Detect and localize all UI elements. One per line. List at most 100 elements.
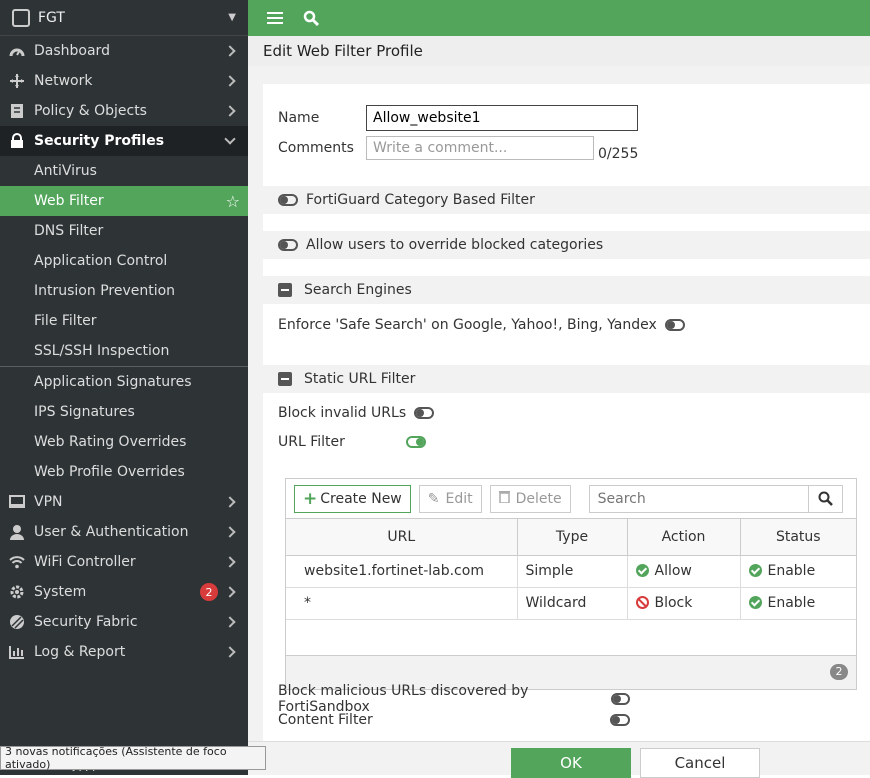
static-url-header[interactable]: Static URL Filter: [263, 365, 870, 393]
status-label: Enable: [768, 563, 816, 579]
table-search-input[interactable]: [590, 486, 808, 512]
lock-icon: [8, 133, 26, 149]
sub-dns-filter[interactable]: DNS Filter: [0, 216, 248, 246]
sub-label: Application Control: [34, 253, 167, 269]
sub-label: IPS Signatures: [34, 404, 135, 420]
user-icon: [8, 524, 26, 540]
report-icon: [8, 644, 26, 660]
row-count-badge: 2: [830, 664, 848, 680]
chevron-right-icon: [224, 556, 235, 567]
collapse-icon[interactable]: [278, 283, 292, 297]
override-toggle[interactable]: [278, 239, 298, 251]
content-filter-toggle[interactable]: [610, 714, 630, 726]
status-cell: Enable: [740, 555, 856, 587]
nav-dashboard[interactable]: Dashboard: [0, 36, 248, 66]
create-new-button[interactable]: +Create New: [294, 485, 411, 513]
block-invalid-toggle[interactable]: [414, 407, 434, 419]
trash-icon: [499, 490, 510, 507]
safe-search-row: Enforce 'Safe Search' on Google, Yahoo!,…: [278, 317, 685, 333]
nav-label: User & Authentication: [34, 524, 189, 540]
comments-counter: 0/255: [598, 146, 638, 162]
sub-file-filter[interactable]: File Filter: [0, 306, 248, 336]
safe-search-toggle[interactable]: [665, 319, 685, 331]
sub-label: Web Rating Overrides: [34, 434, 186, 450]
type-cell: Simple: [517, 555, 627, 587]
name-input[interactable]: [366, 105, 638, 131]
comments-placeholder: Write a comment...: [373, 140, 507, 156]
sub-application-signatures[interactable]: Application Signatures: [0, 367, 248, 397]
ok-button[interactable]: OK: [511, 748, 631, 778]
table-header-row: URL Type Action Status: [286, 519, 856, 555]
search-engines-label: Search Engines: [304, 282, 412, 298]
content-filter-row: Content Filter: [278, 712, 630, 728]
device-selector[interactable]: FGT ▼: [0, 0, 248, 36]
nav-security-fabric[interactable]: Security Fabric: [0, 607, 248, 637]
nav-label: Network: [34, 73, 92, 89]
url-filter-table: +Create New ✎Edit Delete URL Type Action…: [285, 478, 857, 690]
col-type-header[interactable]: Type: [517, 519, 627, 555]
sub-label: AntiVirus: [34, 163, 97, 179]
collapse-icon[interactable]: [278, 372, 292, 386]
create-new-label: Create New: [320, 491, 402, 507]
edit-button[interactable]: ✎Edit: [419, 485, 482, 513]
sub-label: Application Signatures: [34, 374, 192, 390]
dialog-footer: OK Cancel: [248, 741, 870, 775]
sub-ssl-ssh-inspection[interactable]: SSL/SSH Inspection: [0, 336, 248, 366]
block-malicious-toggle[interactable]: [611, 693, 630, 705]
table-row[interactable]: * Wildcard Block Enable: [286, 587, 856, 619]
plus-icon: +: [303, 489, 317, 509]
nav-log-report[interactable]: Log & Report: [0, 637, 248, 667]
search-icon[interactable]: [808, 486, 842, 512]
sub-application-control[interactable]: Application Control: [0, 246, 248, 276]
nav-label: Log & Report: [34, 644, 125, 660]
sub-web-filter[interactable]: Web Filter ☆: [0, 186, 248, 216]
sub-antivirus[interactable]: AntiVirus: [0, 156, 248, 186]
sub-label: File Filter: [34, 313, 97, 329]
top-bar: [248, 0, 870, 36]
status-cell: Enable: [740, 587, 856, 619]
fortiguard-toggle[interactable]: [278, 194, 298, 206]
nav-label: WiFi Controller: [34, 554, 136, 570]
sub-label: Web Filter: [34, 193, 104, 209]
nav-label: System: [34, 584, 86, 600]
nav-security-profiles[interactable]: Security Profiles: [0, 126, 248, 156]
nav-user-authentication[interactable]: User & Authentication: [0, 517, 248, 547]
search-engines-header[interactable]: Search Engines: [263, 276, 870, 304]
col-action-header[interactable]: Action: [627, 519, 740, 555]
table-toolbar: +Create New ✎Edit Delete: [286, 479, 856, 519]
url-filter-toggle[interactable]: [406, 436, 426, 448]
menu-icon[interactable]: [260, 0, 290, 36]
nav-label: Policy & Objects: [34, 103, 147, 119]
action-cell: Block: [627, 587, 740, 619]
policy-icon: [8, 103, 26, 119]
delete-button[interactable]: Delete: [490, 485, 571, 513]
nav-network[interactable]: Network: [0, 66, 248, 96]
sub-intrusion-prevention[interactable]: Intrusion Prevention: [0, 276, 248, 306]
comments-row: Comments Write a comment... 0/255: [278, 134, 638, 162]
comments-textarea[interactable]: Write a comment...: [366, 136, 594, 160]
sub-ips-signatures[interactable]: IPS Signatures: [0, 397, 248, 427]
search-icon[interactable]: [296, 0, 326, 36]
sub-web-profile-overrides[interactable]: Web Profile Overrides: [0, 457, 248, 487]
vpn-icon: [8, 494, 26, 510]
col-status-header[interactable]: Status: [740, 519, 856, 555]
pencil-icon: ✎: [428, 491, 440, 507]
sub-label: Web Profile Overrides: [34, 464, 185, 480]
action-label: Block: [655, 595, 693, 611]
nav-wifi-controller[interactable]: WiFi Controller: [0, 547, 248, 577]
sub-web-rating-overrides[interactable]: Web Rating Overrides: [0, 427, 248, 457]
col-url-header[interactable]: URL: [286, 519, 517, 555]
nav-vpn[interactable]: VPN: [0, 487, 248, 517]
table-row[interactable]: website1.fortinet-lab.com Simple Allow E…: [286, 555, 856, 587]
fortiguard-label: FortiGuard Category Based Filter: [306, 192, 535, 208]
status-label: Enable: [768, 595, 816, 611]
chevron-right-icon: [224, 45, 235, 56]
nav-system[interactable]: System 2: [0, 577, 248, 607]
nav-policy-objects[interactable]: Policy & Objects: [0, 96, 248, 126]
action-cell: Allow: [627, 555, 740, 587]
url-filter-label: URL Filter: [278, 434, 406, 450]
check-icon: [749, 564, 762, 577]
star-icon[interactable]: ☆: [226, 192, 240, 211]
cancel-button[interactable]: Cancel: [640, 748, 760, 778]
chevron-right-icon: [224, 526, 235, 537]
